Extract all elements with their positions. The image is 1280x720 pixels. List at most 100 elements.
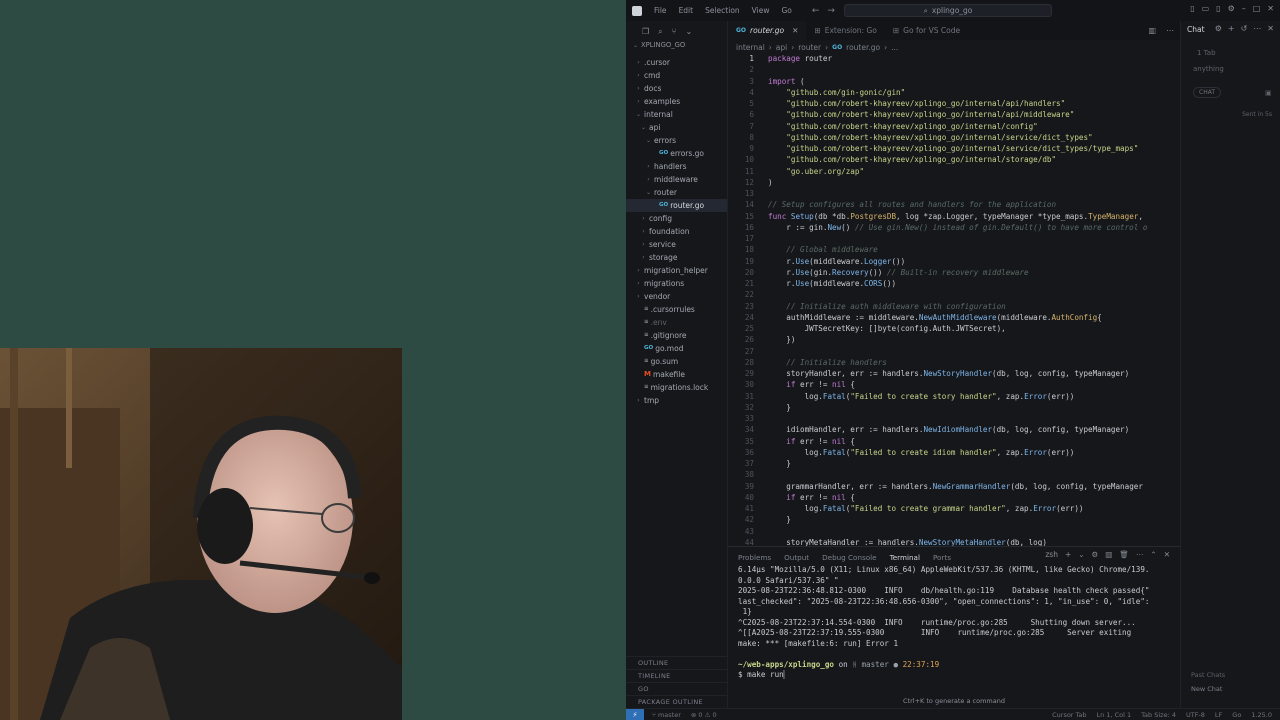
breadcrumb-item[interactable]: api [776, 43, 787, 52]
code-line[interactable]: // Initialize auth middleware with confi… [768, 302, 1005, 311]
chat-title[interactable]: Chat [1187, 25, 1205, 34]
code-line[interactable]: "github.com/robert-khayreev/xplingo_go/i… [768, 122, 1037, 131]
code-line[interactable]: r.Use(middleware.CORS()) [768, 279, 896, 288]
tab-output[interactable]: Output [784, 553, 809, 562]
package-outline-section[interactable]: PACKAGE OUTLINE [626, 695, 728, 708]
tree-item[interactable]: ⌄ api [626, 121, 727, 134]
outline-section[interactable]: OUTLINE [626, 656, 728, 669]
tree-item[interactable]: › middleware [626, 173, 727, 186]
new-chat-button[interactable]: New Chat [1191, 685, 1222, 693]
code-line[interactable]: "go.uber.org/zap" [768, 167, 864, 176]
status-item[interactable]: Cursor Tab [1052, 711, 1086, 719]
tree-item[interactable]: › tmp [626, 394, 727, 407]
code-line[interactable]: import ( [768, 77, 805, 86]
code-line[interactable]: "github.com/robert-khayreev/xplingo_go/i… [768, 110, 1074, 119]
tree-item[interactable]: › config [626, 212, 727, 225]
toggle-sidebar-icon[interactable]: ▯ [1190, 4, 1194, 13]
split-terminal-icon[interactable]: ▥ [1105, 550, 1112, 559]
tab-go-for-vscode[interactable]: ⊞ Go for VS Code [885, 21, 968, 40]
timeline-section[interactable]: TIMELINE [626, 669, 728, 682]
code-line[interactable]: if err != nil { [768, 493, 855, 502]
command-center[interactable]: ⌕ xplingo_go [844, 4, 1052, 17]
close-icon[interactable]: ✕ [792, 26, 798, 35]
code-line[interactable]: log.Fatal("Failed to create story handle… [768, 392, 1075, 401]
minimize-icon[interactable]: – [1242, 4, 1246, 13]
code-line[interactable]: log.Fatal("Failed to create grammar hand… [768, 504, 1084, 513]
tree-item[interactable]: ⌄ errors [626, 134, 727, 147]
tree-item[interactable]: › storage [626, 251, 727, 264]
tab-extension-go[interactable]: ⊞ Extension: Go [806, 21, 884, 40]
close-icon[interactable]: ✕ [1164, 550, 1170, 559]
tree-item[interactable]: GO router.go [626, 199, 727, 212]
tree-item[interactable]: ⌄ internal [626, 108, 727, 121]
tree-item[interactable]: Mmakefile [626, 368, 727, 381]
terminal-command-input[interactable]: $ make run▏ [738, 670, 1174, 681]
tree-item[interactable]: › migration_helper [626, 264, 727, 277]
tree-item[interactable]: › cmd [626, 69, 727, 82]
chevron-down-icon[interactable]: ⌄ [1078, 550, 1084, 559]
code-line[interactable]: r := gin.New() // Use gin.New() instead … [768, 223, 1147, 232]
breadcrumb-item[interactable]: ... [891, 43, 898, 52]
close-icon[interactable]: ✕ [1267, 4, 1274, 13]
problems-indicator[interactable]: ⊗ 0 ⚠ 0 [691, 711, 717, 719]
tree-item[interactable]: › service [626, 238, 727, 251]
code-line[interactable]: }) [768, 335, 795, 344]
tab-terminal[interactable]: Terminal [890, 553, 920, 562]
add-chat-icon[interactable]: + [1228, 24, 1235, 33]
status-item[interactable]: Go [1232, 711, 1241, 719]
remote-icon[interactable]: ⚡ [626, 708, 644, 720]
menu-selection[interactable]: Selection [699, 6, 746, 15]
code-line[interactable]: if err != nil { [768, 437, 855, 446]
source-control-icon[interactable]: ⑂ [672, 27, 677, 39]
past-chats-label[interactable]: Past Chats [1191, 671, 1225, 679]
chevron-down-icon[interactable]: ⌄ [685, 27, 692, 39]
toggle-secondary-sidebar-icon[interactable]: ▯ [1216, 4, 1220, 13]
files-icon[interactable]: ❐ [642, 27, 649, 39]
split-editor-icon[interactable]: ▥ [1148, 26, 1156, 35]
add-terminal-icon[interactable]: + [1065, 550, 1071, 559]
code-line[interactable]: "github.com/robert-khayreev/xplingo_go/i… [768, 133, 1092, 142]
breadcrumb-item[interactable]: router.go [846, 43, 880, 52]
chat-input-placeholder[interactable]: anything [1193, 65, 1224, 73]
breadcrumb-item[interactable]: router [798, 43, 821, 52]
search-icon[interactable]: ⌕ [658, 27, 662, 39]
tree-item[interactable]: › handlers [626, 160, 727, 173]
code-line[interactable]: JWTSecretKey: []byte(config.Auth.JWTSecr… [768, 324, 1006, 333]
tab-problems[interactable]: Problems [738, 553, 771, 562]
tab-ports[interactable]: Ports [933, 553, 951, 562]
code-line[interactable]: "github.com/gin-gonic/gin" [768, 88, 905, 97]
gear-icon[interactable]: ⚙ [1228, 4, 1235, 13]
code-line[interactable]: } [768, 459, 791, 468]
tree-item[interactable]: › foundation [626, 225, 727, 238]
tree-item[interactable]: ⌄ router [626, 186, 727, 199]
terminal-output[interactable]: 6.14µs "Mozilla/5.0 (X11; Linux x86_64) … [738, 565, 1174, 681]
trash-icon[interactable]: 🗑 [1119, 550, 1129, 559]
gear-icon[interactable]: ⚙ [1092, 550, 1099, 559]
tree-item[interactable]: ≡ .cursorrules [626, 303, 727, 316]
tree-item[interactable]: › docs [626, 82, 727, 95]
maximize-icon[interactable]: □ [1253, 4, 1261, 13]
code-line[interactable]: "github.com/robert-khayreev/xplingo_go/i… [768, 144, 1138, 153]
menu-edit[interactable]: Edit [673, 6, 700, 15]
tree-item[interactable]: ≡ .gitignore [626, 329, 727, 342]
code-line[interactable]: // Initialize handlers [768, 358, 887, 367]
code-line[interactable]: "github.com/robert-khayreev/xplingo_go/i… [768, 155, 1056, 164]
code-line[interactable]: } [768, 403, 791, 412]
code-line[interactable]: if err != nil { [768, 380, 855, 389]
code-line[interactable]: storyMetaHandler := handlers.NewStoryMet… [768, 538, 1047, 546]
code-line[interactable]: } [768, 515, 791, 524]
close-icon[interactable]: ✕ [1267, 24, 1274, 33]
tab-router-go[interactable]: GO router.go ✕ [728, 21, 807, 40]
menu-view[interactable]: View [746, 6, 776, 15]
code-line[interactable]: grammarHandler, err := handlers.NewGramm… [768, 482, 1143, 491]
image-icon[interactable]: ▣ [1265, 89, 1272, 97]
tree-item[interactable]: › .cursor [626, 56, 727, 69]
status-item[interactable]: 1.25.0 [1251, 711, 1272, 719]
maximize-panel-icon[interactable]: ⌃ [1150, 550, 1156, 559]
toggle-panel-icon[interactable]: ▭ [1202, 4, 1210, 13]
go-section[interactable]: GO [626, 682, 728, 695]
menu-go[interactable]: Go [775, 6, 797, 15]
code-line[interactable]: authMiddleware := middleware.NewAuthMidd… [768, 313, 1102, 322]
code-line[interactable]: ) [768, 178, 773, 187]
tree-item[interactable]: › migrations [626, 277, 727, 290]
